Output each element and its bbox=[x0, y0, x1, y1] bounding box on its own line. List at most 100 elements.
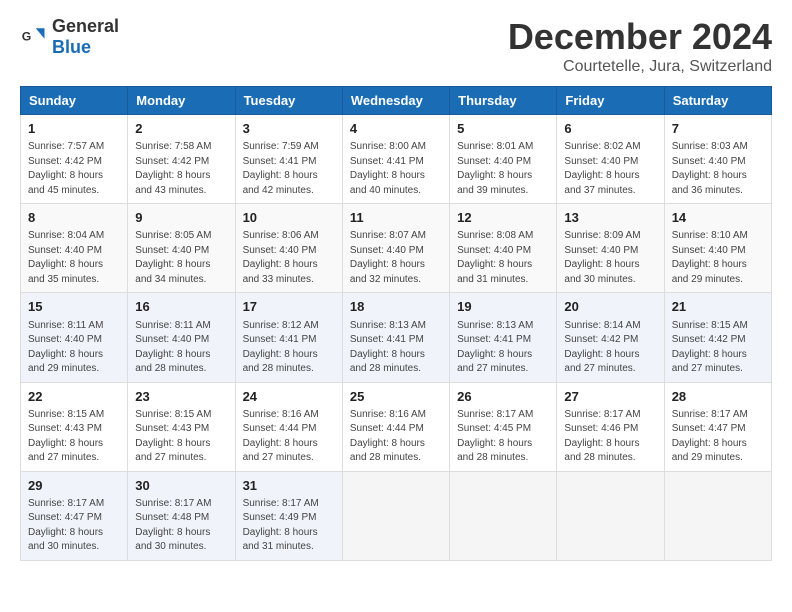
header: G General Blue December 2024 Courtetelle… bbox=[20, 16, 772, 76]
calendar-cell bbox=[342, 471, 449, 560]
day-number: 2 bbox=[135, 120, 227, 138]
day-number: 17 bbox=[243, 298, 335, 316]
day-info: Sunrise: 8:12 AMSunset: 4:41 PMDaylight:… bbox=[243, 319, 335, 377]
calendar-cell: 12Sunrise: 8:08 AMSunset: 4:40 PMDayligh… bbox=[450, 204, 557, 293]
calendar-cell: 2Sunrise: 7:58 AMSunset: 4:42 PMDaylight… bbox=[128, 115, 235, 204]
calendar-cell: 31 Sunrise: 8:17 AMSunset: 4:49 PMDayligh… bbox=[235, 471, 342, 560]
day-info: Sunrise: 8:11 AMSunset: 4:40 PMDaylight:… bbox=[28, 319, 120, 377]
day-info: Sunrise: 8:15 AMSunset: 4:43 PMDaylight:… bbox=[135, 408, 227, 466]
calendar-cell: 30 Sunrise: 8:17 AMSunset: 4:48 PMDayligh… bbox=[128, 471, 235, 560]
day-info: Sunrise: 8:17 AMSunset: 4:47 PMDaylight:… bbox=[672, 408, 764, 466]
day-number: 29 bbox=[28, 477, 120, 495]
weekday-header-saturday: Saturday bbox=[664, 87, 771, 115]
day-info: Sunrise: 8:11 AMSunset: 4:40 PMDaylight:… bbox=[135, 319, 227, 377]
logo-icon: G bbox=[20, 23, 48, 51]
day-info: Sunrise: 7:57 AMSunset: 4:42 PMDaylight:… bbox=[28, 140, 120, 198]
calendar-cell bbox=[557, 471, 664, 560]
calendar-cell bbox=[664, 471, 771, 560]
day-info: Sunrise: 8:17 AMSunset: 4:47 PMDaylight:… bbox=[28, 497, 120, 555]
day-info: Sunrise: 8:03 AMSunset: 4:40 PMDaylight:… bbox=[672, 140, 764, 198]
day-info: Sunrise: 8:06 AMSunset: 4:40 PMDaylight:… bbox=[243, 229, 335, 287]
day-number: 10 bbox=[243, 209, 335, 227]
calendar-cell: 3 Sunrise: 7:59 AMSunset: 4:41 PMDaylight… bbox=[235, 115, 342, 204]
day-info: Sunrise: 8:07 AMSunset: 4:40 PMDaylight:… bbox=[350, 229, 442, 287]
logo-general: General bbox=[52, 16, 119, 36]
day-info: Sunrise: 8:16 AMSunset: 4:44 PMDaylight:… bbox=[243, 408, 335, 466]
logo-blue: Blue bbox=[52, 37, 91, 57]
week-row-5: 29 Sunrise: 8:17 AMSunset: 4:47 PMDayligh… bbox=[21, 471, 772, 560]
day-info: Sunrise: 8:08 AMSunset: 4:40 PMDaylight:… bbox=[457, 229, 549, 287]
calendar-cell: 28 Sunrise: 8:17 AMSunset: 4:47 PMDayligh… bbox=[664, 382, 771, 471]
calendar-cell: 21Sunrise: 8:15 AMSunset: 4:42 PMDayligh… bbox=[664, 293, 771, 382]
day-number: 20 bbox=[564, 298, 656, 316]
day-info: Sunrise: 8:09 AMSunset: 4:40 PMDaylight:… bbox=[564, 229, 656, 287]
svg-text:G: G bbox=[22, 30, 32, 44]
calendar-cell: 20Sunrise: 8:14 AMSunset: 4:42 PMDayligh… bbox=[557, 293, 664, 382]
day-number: 19 bbox=[457, 298, 549, 316]
day-info: Sunrise: 8:16 AMSunset: 4:44 PMDaylight:… bbox=[350, 408, 442, 466]
day-number: 14 bbox=[672, 209, 764, 227]
day-number: 16 bbox=[135, 298, 227, 316]
day-info: Sunrise: 7:59 AMSunset: 4:41 PMDaylight:… bbox=[243, 140, 335, 198]
day-number: 11 bbox=[350, 209, 442, 227]
day-number: 30 bbox=[135, 477, 227, 495]
weekday-header-sunday: Sunday bbox=[21, 87, 128, 115]
calendar-cell: 29 Sunrise: 8:17 AMSunset: 4:47 PMDayligh… bbox=[21, 471, 128, 560]
month-title: December 2024 bbox=[508, 16, 772, 58]
weekday-header-wednesday: Wednesday bbox=[342, 87, 449, 115]
calendar-cell bbox=[450, 471, 557, 560]
calendar-cell: 22 Sunrise: 8:15 AMSunset: 4:43 PMDayligh… bbox=[21, 382, 128, 471]
day-info: Sunrise: 8:15 AMSunset: 4:43 PMDaylight:… bbox=[28, 408, 120, 466]
calendar-cell: 23 Sunrise: 8:15 AMSunset: 4:43 PMDayligh… bbox=[128, 382, 235, 471]
day-info: Sunrise: 8:17 AMSunset: 4:46 PMDaylight:… bbox=[564, 408, 656, 466]
day-number: 23 bbox=[135, 388, 227, 406]
day-info: Sunrise: 8:17 AMSunset: 4:45 PMDaylight:… bbox=[457, 408, 549, 466]
day-number: 26 bbox=[457, 388, 549, 406]
calendar-table: SundayMondayTuesdayWednesdayThursdayFrid… bbox=[20, 86, 772, 561]
day-info: Sunrise: 8:00 AMSunset: 4:41 PMDaylight:… bbox=[350, 140, 442, 198]
day-info: Sunrise: 8:17 AMSunset: 4:49 PMDaylight:… bbox=[243, 497, 335, 555]
day-number: 18 bbox=[350, 298, 442, 316]
title-area: December 2024 Courtetelle, Jura, Switzer… bbox=[508, 16, 772, 76]
day-number: 8 bbox=[28, 209, 120, 227]
weekday-header-row: SundayMondayTuesdayWednesdayThursdayFrid… bbox=[21, 87, 772, 115]
calendar-cell: 25 Sunrise: 8:16 AMSunset: 4:44 PMDayligh… bbox=[342, 382, 449, 471]
day-info: Sunrise: 8:02 AMSunset: 4:40 PMDaylight:… bbox=[564, 140, 656, 198]
day-info: Sunrise: 8:13 AMSunset: 4:41 PMDaylight:… bbox=[457, 319, 549, 377]
weekday-header-monday: Monday bbox=[128, 87, 235, 115]
day-number: 22 bbox=[28, 388, 120, 406]
day-number: 1 bbox=[28, 120, 120, 138]
calendar-cell: 6Sunrise: 8:02 AMSunset: 4:40 PMDaylight… bbox=[557, 115, 664, 204]
day-info: Sunrise: 8:10 AMSunset: 4:40 PMDaylight:… bbox=[672, 229, 764, 287]
day-info: Sunrise: 8:04 AMSunset: 4:40 PMDaylight:… bbox=[28, 229, 120, 287]
day-number: 27 bbox=[564, 388, 656, 406]
day-number: 28 bbox=[672, 388, 764, 406]
calendar-cell: 26 Sunrise: 8:17 AMSunset: 4:45 PMDayligh… bbox=[450, 382, 557, 471]
day-number: 31 bbox=[243, 477, 335, 495]
calendar-cell: 7 Sunrise: 8:03 AMSunset: 4:40 PMDaylight… bbox=[664, 115, 771, 204]
calendar-cell: 17 Sunrise: 8:12 AMSunset: 4:41 PMDayligh… bbox=[235, 293, 342, 382]
calendar-cell: 18 Sunrise: 8:13 AMSunset: 4:41 PMDayligh… bbox=[342, 293, 449, 382]
calendar-cell: 9 Sunrise: 8:05 AMSunset: 4:40 PMDaylight… bbox=[128, 204, 235, 293]
calendar-cell: 4Sunrise: 8:00 AMSunset: 4:41 PMDaylight… bbox=[342, 115, 449, 204]
weekday-header-thursday: Thursday bbox=[450, 87, 557, 115]
day-info: Sunrise: 8:05 AMSunset: 4:40 PMDaylight:… bbox=[135, 229, 227, 287]
calendar-cell: 16 Sunrise: 8:11 AMSunset: 4:40 PMDayligh… bbox=[128, 293, 235, 382]
day-info: Sunrise: 8:13 AMSunset: 4:41 PMDaylight:… bbox=[350, 319, 442, 377]
day-info: Sunrise: 8:15 AMSunset: 4:42 PMDaylight:… bbox=[672, 319, 764, 377]
calendar-cell: 24Sunrise: 8:16 AMSunset: 4:44 PMDayligh… bbox=[235, 382, 342, 471]
day-number: 15 bbox=[28, 298, 120, 316]
day-number: 25 bbox=[350, 388, 442, 406]
day-number: 9 bbox=[135, 209, 227, 227]
calendar-cell: 8 Sunrise: 8:04 AMSunset: 4:40 PMDaylight… bbox=[21, 204, 128, 293]
calendar-cell: 19 Sunrise: 8:13 AMSunset: 4:41 PMDayligh… bbox=[450, 293, 557, 382]
calendar-cell: 15 Sunrise: 8:11 AMSunset: 4:40 PMDayligh… bbox=[21, 293, 128, 382]
day-number: 5 bbox=[457, 120, 549, 138]
week-row-2: 8 Sunrise: 8:04 AMSunset: 4:40 PMDaylight… bbox=[21, 204, 772, 293]
calendar-cell: 13Sunrise: 8:09 AMSunset: 4:40 PMDayligh… bbox=[557, 204, 664, 293]
week-row-1: 1 Sunrise: 7:57 AMSunset: 4:42 PMDaylight… bbox=[21, 115, 772, 204]
day-number: 3 bbox=[243, 120, 335, 138]
day-info: Sunrise: 8:01 AMSunset: 4:40 PMDaylight:… bbox=[457, 140, 549, 198]
day-number: 7 bbox=[672, 120, 764, 138]
day-info: Sunrise: 8:17 AMSunset: 4:48 PMDaylight:… bbox=[135, 497, 227, 555]
